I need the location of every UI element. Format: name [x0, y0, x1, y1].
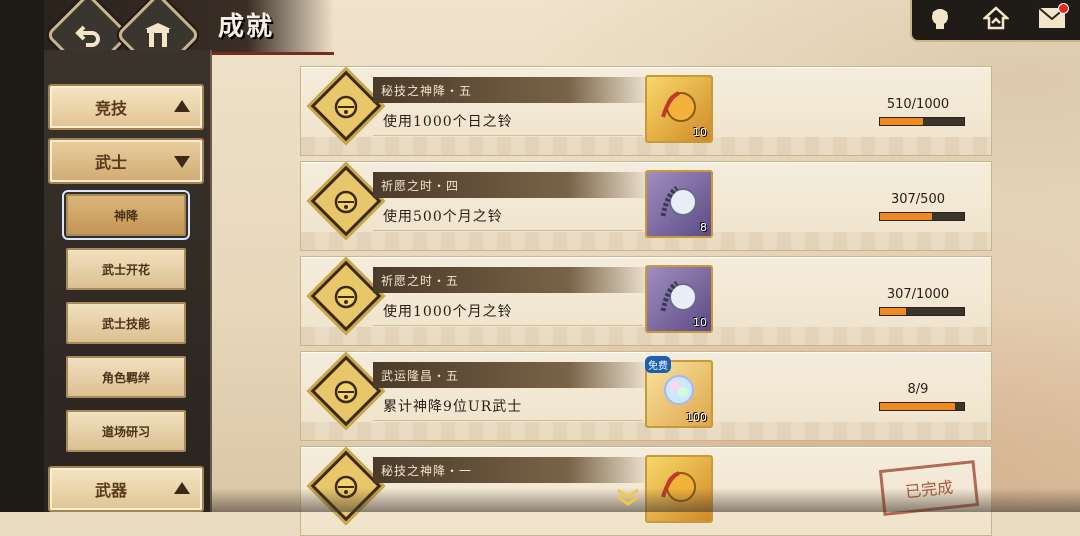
progress-text: 510/1000 [886, 97, 950, 112]
subitem-dojo-study[interactable]: 道场研习 [66, 410, 186, 452]
house-icon [981, 5, 1011, 35]
progress-bar [879, 117, 965, 126]
progress-fill [880, 403, 955, 410]
subitem-samurai-bloom[interactable]: 武士开花 [66, 248, 186, 290]
achievement-name: 秘技之神降・一 [373, 457, 653, 483]
achievement-desc: 使用500个月之铃 [383, 209, 503, 225]
mail-button[interactable] [1037, 3, 1069, 35]
left-edge [0, 0, 44, 512]
item-count: 8 [700, 221, 707, 234]
achievement-name: 秘技之神降・五 [373, 77, 653, 103]
bell-icon [324, 84, 368, 128]
achievement-card[interactable]: 祈愿之时・四 使用500个月之铃 8 307/500 [300, 161, 992, 251]
top-right-toolbar [910, 0, 1080, 42]
category-arena[interactable]: 竞技 [48, 84, 204, 130]
subitem-character-bond[interactable]: 角色羁绊 [66, 356, 186, 398]
progress-bar [879, 402, 965, 411]
sidebar: 竞技 武士 神降 武士开花 武士技能 角色羁绊 道场研习 武器 [44, 50, 212, 512]
moon-bell-icon [657, 277, 701, 321]
divider [373, 230, 643, 231]
achievement-emblem [310, 260, 382, 332]
sun-bell-icon [659, 87, 699, 131]
achievement-name: 祈愿之时・四 [373, 172, 653, 198]
character-button[interactable] [925, 5, 955, 35]
achievement-desc: 使用1000个月之铃 [383, 304, 513, 320]
divider [373, 420, 643, 421]
triangle-down-icon [174, 156, 190, 168]
category-weapon[interactable]: 武器 [48, 466, 204, 512]
divider [373, 325, 643, 326]
home-nav-button[interactable] [981, 5, 1011, 35]
moon-bell-icon [657, 182, 701, 226]
category-label: 武器 [94, 481, 127, 500]
achievement-name: 祈愿之时・五 [373, 267, 653, 293]
triangle-up-icon [174, 100, 190, 112]
achievement-card[interactable]: 武运隆昌・五 累计神降9位UR武士 免费 100 8/9 [300, 351, 992, 441]
subitem-shenjiang[interactable]: 神降 [62, 190, 190, 240]
item-count: 100 [686, 411, 707, 424]
bell-icon [324, 274, 368, 318]
progress-fill [880, 308, 906, 315]
bottom-ribbon [210, 488, 1080, 512]
reward-item[interactable]: 免费 100 [645, 356, 713, 428]
achievement-desc: 使用1000个日之铃 [383, 114, 513, 130]
progress-text: 8/9 [907, 382, 929, 397]
subitem-samurai-skill[interactable]: 武士技能 [66, 302, 186, 344]
progress-bar [879, 212, 965, 221]
notification-dot [1058, 3, 1069, 14]
category-label: 武士 [94, 153, 127, 172]
divider [373, 135, 643, 136]
progress-bar [879, 307, 965, 316]
page-title: 成就 [218, 12, 275, 42]
item-count: 10 [693, 126, 707, 139]
crystal-icon [659, 372, 699, 416]
scroll-down-button[interactable] [612, 488, 644, 510]
bell-icon [324, 179, 368, 223]
achievement-name: 武运隆昌・五 [373, 362, 653, 388]
achievement-emblem [310, 165, 382, 237]
reward-item[interactable]: 8 [645, 170, 713, 238]
achievement-emblem [310, 355, 382, 427]
progress-text: 307/1000 [886, 287, 950, 302]
category-samurai[interactable]: 武士 [48, 138, 204, 184]
achievement-desc: 累计神降9位UR武士 [383, 399, 523, 415]
achievement-emblem [310, 70, 382, 142]
double-chevron-down-icon [614, 488, 642, 510]
progress-fill [880, 118, 923, 125]
bell-icon [324, 369, 368, 413]
samurai-head-icon [927, 5, 953, 35]
achievement-card[interactable]: 祈愿之时・五 使用1000个月之铃 10 307/1000 [300, 256, 992, 346]
progress-fill [880, 213, 932, 220]
reward-item[interactable]: 10 [645, 75, 713, 143]
free-tag: 免费 [645, 356, 671, 373]
reward-item[interactable]: 10 [645, 265, 713, 333]
triangle-up-icon [174, 482, 190, 494]
category-label: 竞技 [94, 99, 127, 118]
item-count: 10 [693, 316, 707, 329]
progress-text: 307/500 [890, 192, 945, 207]
achievement-card[interactable]: 秘技之神降・五 使用1000个日之铃 10 510/1000 [300, 66, 992, 156]
